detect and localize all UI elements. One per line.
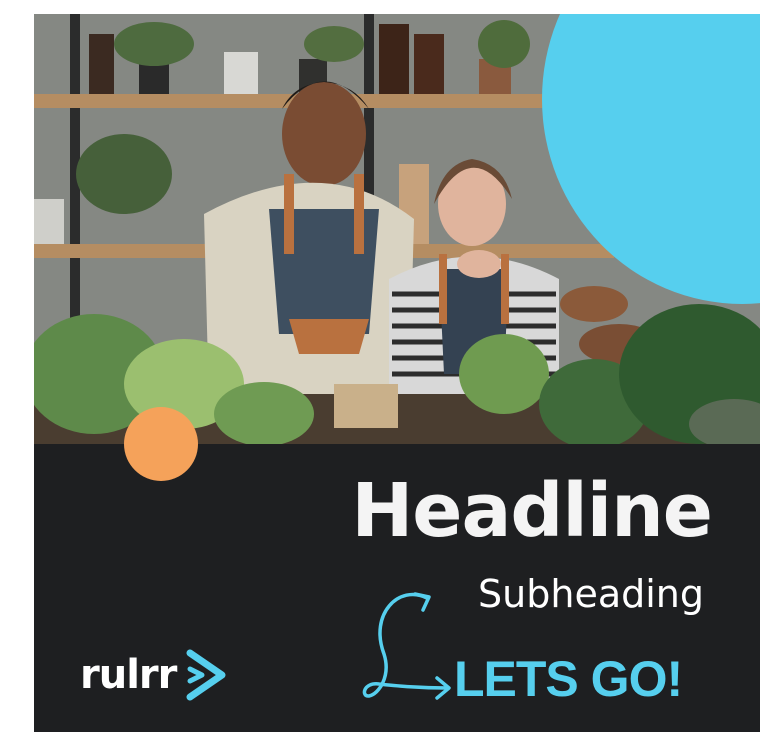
brand-name: rulrr <box>80 652 177 698</box>
curly-arrow-icon <box>362 592 451 700</box>
subheading: Subheading <box>478 572 704 616</box>
chevron-arrow-icon <box>186 649 226 701</box>
headline: Headline <box>351 468 713 554</box>
ad-card: Headline Subheading LETS GO! rulrr <box>34 14 760 732</box>
lets-go-button[interactable]: LETS GO! <box>454 649 683 709</box>
hero-photo <box>34 14 760 444</box>
brand-logo[interactable]: rulrr <box>80 649 228 701</box>
orange-circle-shape <box>124 407 198 481</box>
